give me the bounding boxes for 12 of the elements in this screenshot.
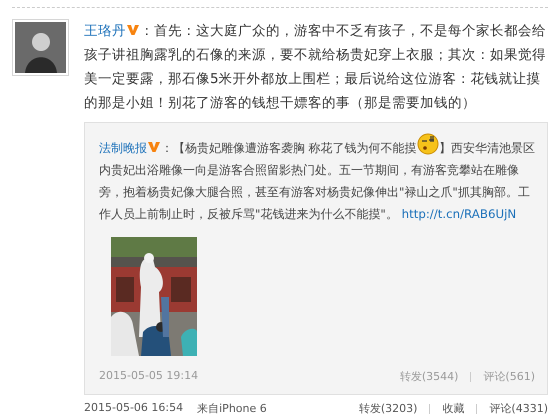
emoji-icon	[416, 133, 439, 155]
action-link[interactable]: 评论(4331)	[489, 401, 548, 416]
avatar[interactable]	[12, 19, 69, 76]
post-text: 王珞丹 ：首先：这大庭广众的，游客中不乏有孩子，不是每个家长都会给孩子讲祖胸露乳的石像的来源，要不就给杨贵妃穿上衣服；其次：如果觉得美一定要露，那石像5米开外都放上围栏；最后说给这位游客：花钱就让摸的那是小姐！别花了游客的钱想干嫖客的事（那是需要加钱的）	[84, 22, 547, 113]
source-text: 来自iPhone 6	[197, 401, 267, 416]
action-link[interactable]: 转发(3203)	[358, 401, 418, 416]
author-link[interactable]: 法制晚报	[99, 141, 147, 155]
action-link[interactable]: 收藏	[442, 401, 464, 416]
author-link[interactable]: 王珞丹	[84, 23, 126, 39]
short-link[interactable]: http://t.cn/RAB6UjN	[402, 207, 516, 221]
timestamp[interactable]: 2015-05-06 16:54	[84, 401, 184, 416]
repost-text: 法制晚报 ：【杨贵妃雕像遭游客袭胸 称花了钱为何不能摸 】西安华清池景区内贵妃出浴雕像一向是游客合照留影热门处。五一节期间，有游客竞攀站在雕像旁，抱着杨贵妃像大腿合照，甚至有游客对杨贵妃像伸出"禄山之爪"抓其胸部。工作人员上前制止时，反被斥骂"花钱进来为什么不能摸"。 http://t.cn/RAB6UjN	[99, 133, 535, 225]
